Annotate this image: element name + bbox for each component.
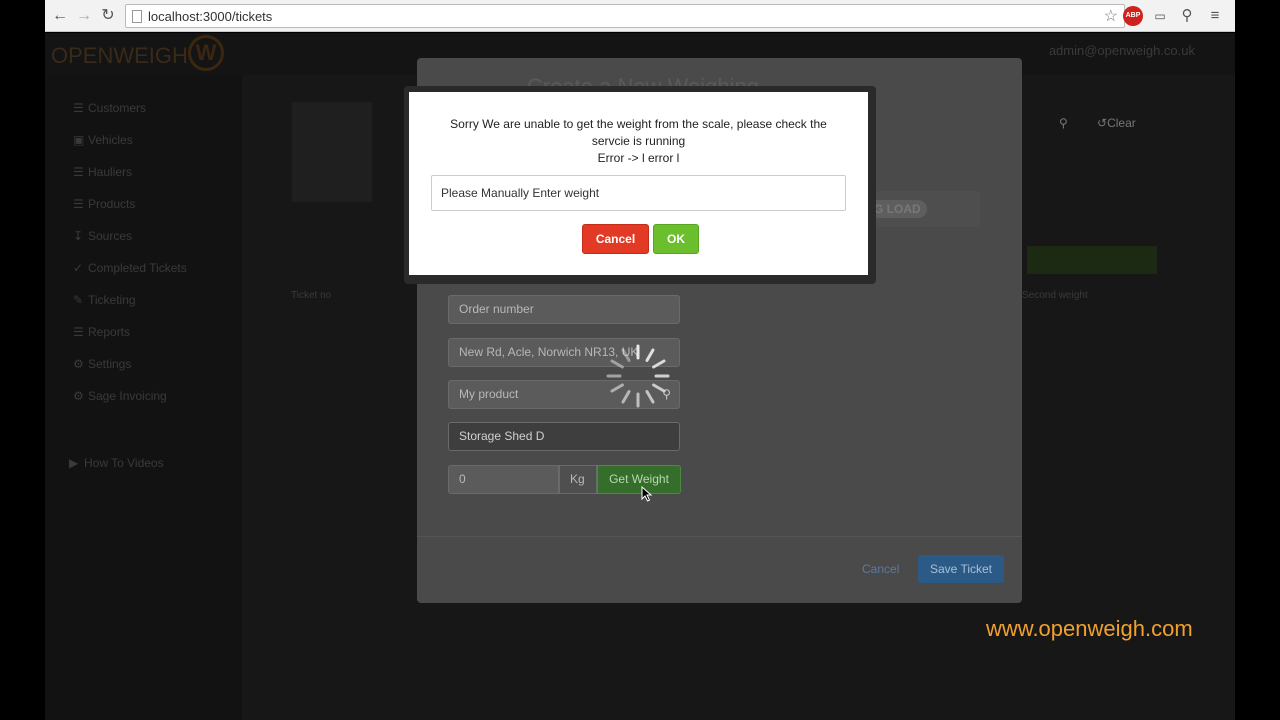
page-icon (132, 10, 142, 23)
video-icon: ▶ (69, 456, 79, 470)
sidebar-item-completed-tickets[interactable]: ✓ Completed Tickets (73, 261, 187, 275)
placeholder-image (292, 102, 372, 202)
cancel-button[interactable]: Cancel (862, 562, 899, 576)
watermark-text: www.openweigh.com (986, 616, 1193, 641)
weight-unit-addon: Kg (559, 465, 597, 494)
column-header-ticket-no: Ticket no (291, 290, 332, 301)
sidebar: ☰ Customers ▣ Vehicles ☰ Hauliers ☰ Products… (45, 75, 242, 720)
adblock-icon[interactable]: ABP (1123, 6, 1143, 26)
modal-footer-divider (417, 536, 1022, 537)
sidebar-item-settings[interactable]: ⚙ Settings (73, 357, 131, 371)
check-circle-icon: ✓ (73, 261, 84, 275)
load-badge: G LOAD (868, 200, 927, 218)
list-icon: ☰ (73, 197, 84, 211)
get-weight-button[interactable]: Get Weight (597, 465, 681, 494)
download-icon: ↧ (73, 229, 84, 243)
forward-icon[interactable]: → (73, 5, 95, 27)
sidebar-item-how-to-videos[interactable]: ▶ How To Videos (69, 456, 164, 470)
storage-input[interactable]: Storage Shed D (448, 422, 680, 451)
logo-text: OPENWEIGH (51, 43, 188, 68)
loading-spinner-icon (606, 344, 670, 408)
alert-cancel-button[interactable]: Cancel (582, 224, 649, 254)
manual-weight-input[interactable]: Please Manually Enter weight (431, 175, 846, 211)
list-icon: ☰ (73, 165, 84, 179)
load-panel: G LOAD (862, 191, 980, 227)
search-extension-icon[interactable]: ⚲ (1177, 6, 1197, 26)
back-icon[interactable]: ← (49, 5, 71, 27)
alert-message: Sorry We are unable to get the weight fr… (450, 117, 827, 165)
edit-icon: ✎ (73, 293, 84, 307)
bookmark-star-icon[interactable]: ☆ (1104, 6, 1118, 26)
gear-icon: ⚙ (73, 389, 84, 403)
order-number-input[interactable]: Order number (448, 295, 680, 324)
save-ticket-button[interactable]: Save Ticket (918, 555, 1004, 583)
weight-input[interactable]: 0 (448, 465, 559, 494)
sidebar-item-customers[interactable]: ☰ Customers (73, 101, 146, 115)
cast-icon[interactable]: ▭ (1150, 6, 1170, 26)
url-text: localhost:3000/tickets (148, 9, 273, 24)
sidebar-item-hauliers[interactable]: ☰ Hauliers (73, 165, 132, 179)
menu-icon[interactable]: ≡ (1205, 6, 1225, 26)
sidebar-item-reports[interactable]: ☰ Reports (73, 325, 130, 339)
column-header-second-weight: Second weight (1022, 290, 1088, 301)
sidebar-item-vehicles[interactable]: ▣ Vehicles (73, 133, 133, 147)
logo-mark: W (188, 35, 224, 71)
right-edge (1235, 0, 1280, 720)
sidebar-item-sage-invoicing[interactable]: ⚙ Sage Invoicing (73, 389, 167, 403)
sidebar-item-sources[interactable]: ↧ Sources (73, 229, 132, 243)
gear-icon: ⚙ (73, 357, 84, 371)
alert-ok-button[interactable]: OK (653, 224, 699, 254)
address-bar[interactable]: localhost:3000/tickets ☆ (125, 4, 1125, 28)
mouse-cursor-icon (641, 486, 653, 502)
reload-icon[interactable]: ↻ (97, 5, 119, 27)
list-icon: ☰ (73, 325, 84, 339)
sidebar-item-ticketing[interactable]: ✎ Ticketing (73, 293, 136, 307)
browser-toolbar: ← → ↻ localhost:3000/tickets ☆ ABP ▭ ⚲ ≡ (45, 0, 1235, 32)
user-menu[interactable]: admin@openweigh.co.uk (1049, 43, 1195, 58)
list-icon: ☰ (73, 101, 84, 115)
sidebar-item-products[interactable]: ☰ Products (73, 197, 135, 211)
clear-button[interactable]: ↺Clear (1097, 116, 1136, 130)
alert-dialog: Sorry We are unable to get the weight fr… (409, 92, 868, 275)
search-icon[interactable]: ⚲ (1059, 116, 1068, 130)
new-weigh-ticket-button[interactable] (1027, 246, 1157, 274)
undo-icon: ↺ (1097, 116, 1108, 130)
truck-icon: ▣ (73, 133, 85, 147)
